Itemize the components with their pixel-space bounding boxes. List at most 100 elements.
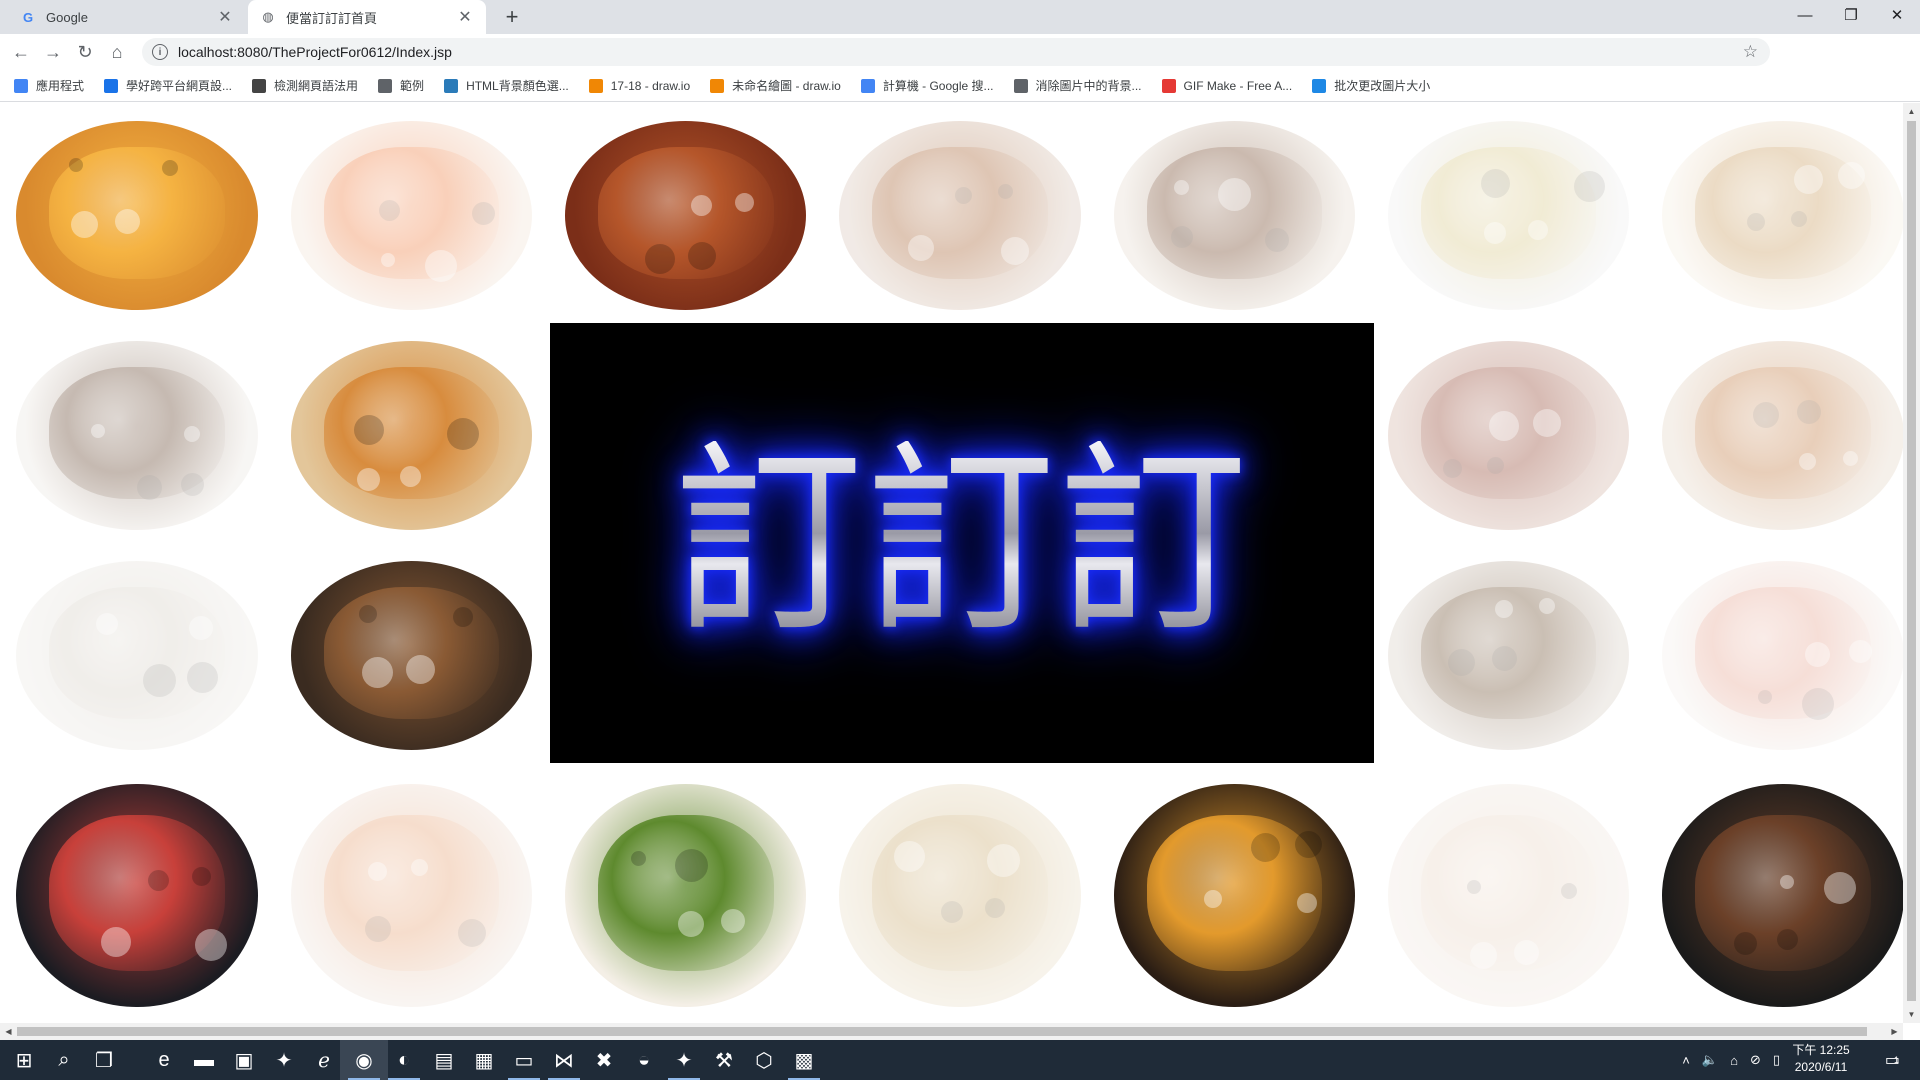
back-icon[interactable]: ←	[8, 39, 34, 65]
notification-icon[interactable]: ▭ 1	[1872, 1040, 1912, 1080]
garnish	[115, 208, 141, 234]
drawio-icon	[710, 78, 725, 93]
bookmark-item[interactable]: GIF Make - Free A...	[1161, 78, 1293, 93]
garnish	[1824, 872, 1857, 905]
task-view-icon[interactable]: ❐	[80, 1040, 128, 1080]
globe-icon: ◍	[262, 9, 274, 24]
google-g-icon: G	[22, 9, 34, 25]
bookmark-item[interactable]: 批次更改圖片大小	[1312, 77, 1430, 94]
close-window-button[interactable]: ✕	[1874, 0, 1920, 30]
star-icon[interactable]: ☆	[1743, 42, 1758, 62]
apps-grid-icon	[14, 78, 28, 93]
close-tab-icon[interactable]: ✕	[216, 7, 234, 27]
close-tab-icon[interactable]: ✕	[456, 7, 474, 27]
bookmark-item[interactable]: HTML背景顏色選...	[444, 77, 569, 94]
bookmark-item[interactable]: 應用程式	[14, 77, 84, 94]
input-icon[interactable]: ▯	[1773, 1052, 1780, 1068]
layers-icon	[1013, 78, 1028, 93]
bookmark-item[interactable]: 檢測網頁語法用	[252, 77, 358, 94]
garnish	[1486, 457, 1504, 475]
garnish	[405, 655, 435, 685]
minimize-button[interactable]: —	[1782, 0, 1828, 30]
volume-icon[interactable]: 🔈	[1702, 1052, 1718, 1068]
bookmark-label: 未命名繪圖 - draw.io	[732, 79, 841, 93]
chevron-up-icon[interactable]: ˄	[1682, 1053, 1690, 1068]
info-icon[interactable]: i	[152, 44, 168, 60]
scroll-down-icon[interactable]: ▼	[1903, 1006, 1920, 1023]
garnish	[68, 158, 83, 172]
url-text[interactable]: localhost:8080/TheProjectFor0612/Index.j…	[178, 44, 1743, 60]
food-image-eel-rice-bowl	[823, 103, 1097, 323]
garnish	[1483, 221, 1506, 244]
clock-date: 2020/6/11	[1794, 1060, 1848, 1074]
food-image-sushi-rolls	[1646, 543, 1903, 763]
bookmark-label: 檢測網頁語法用	[274, 79, 359, 93]
bookmark-label: HTML背景顏色選...	[466, 79, 569, 93]
page-viewport: 訂訂訂	[0, 103, 1903, 1023]
bookmark-item[interactable]: 消除圖片中的背景...	[1013, 77, 1142, 94]
food-image-beef-seaweed-bowl	[1646, 763, 1903, 1023]
reload-icon[interactable]: ↻	[72, 39, 98, 65]
tab-google[interactable]: G Google ✕	[8, 0, 246, 34]
vertical-scrollbar[interactable]: ▲ ▼	[1903, 103, 1920, 1023]
garnish	[1843, 450, 1859, 466]
garnish	[181, 472, 205, 496]
scroll-left-icon[interactable]: ◀	[0, 1023, 17, 1040]
scroll-thumb[interactable]	[1907, 121, 1916, 1001]
food	[49, 587, 225, 719]
garnish	[1793, 164, 1823, 194]
bookmark-item[interactable]: 計算機 - Google 搜...	[860, 77, 994, 94]
new-tab-button[interactable]: +	[498, 4, 526, 30]
food	[597, 147, 774, 279]
garnish	[186, 661, 218, 693]
garnish	[688, 241, 717, 270]
scroll-right-icon[interactable]: ▶	[1886, 1023, 1903, 1040]
food-image-roast-duck	[549, 103, 823, 323]
maximize-button[interactable]: ❐	[1828, 0, 1874, 30]
drawio-icon	[588, 78, 603, 93]
power-icon[interactable]: ⊘	[1750, 1052, 1761, 1068]
bookmark-item[interactable]: 17-18 - draw.io	[588, 78, 691, 93]
bookmark-item[interactable]: 學好跨平台網頁設...	[104, 77, 232, 94]
garnish	[161, 160, 178, 177]
garnish	[359, 604, 378, 623]
garnish	[471, 202, 495, 225]
food-image-ramen-bowl	[0, 103, 274, 323]
garnish	[381, 252, 396, 267]
garnish	[1514, 939, 1540, 965]
garnish	[1837, 162, 1865, 190]
food-image-braised-pork-bowl	[1097, 103, 1371, 323]
clock[interactable]: 下午 12:25 2020/6/11	[1786, 1042, 1856, 1076]
media-icon[interactable]: ▩	[780, 1040, 828, 1080]
food	[1695, 587, 1871, 719]
food-image-yakitori-skewers	[274, 543, 548, 763]
bookmark-label: 應用程式	[36, 79, 85, 93]
tab-homepage[interactable]: ◍ 便當訂訂訂首頁 ✕	[248, 0, 486, 34]
garnish	[1481, 169, 1511, 198]
garnish	[677, 911, 704, 938]
garnish	[1796, 400, 1821, 424]
horizontal-scrollbar[interactable]: ◀ ▶	[0, 1023, 1903, 1040]
garnish	[1791, 210, 1808, 227]
food-image-braised-tofu-eggs	[1097, 763, 1371, 1023]
address-bar[interactable]: i localhost:8080/TheProjectFor0612/Index…	[142, 38, 1770, 66]
food-image-poke-bowl	[0, 763, 274, 1023]
food-image-fried-cutlet	[1646, 103, 1903, 323]
tab-title: 便當訂訂訂首頁	[286, 10, 378, 26]
scroll-thumb[interactable]	[17, 1027, 1867, 1036]
garnish	[1848, 639, 1872, 663]
bookmark-label: GIF Make - Free A...	[1183, 78, 1293, 93]
garnish	[1733, 932, 1757, 955]
bookmark-label: 17-18 - draw.io	[610, 78, 691, 93]
bookmark-item[interactable]: 未命名繪圖 - draw.io	[710, 77, 841, 94]
scroll-up-icon[interactable]: ▲	[1903, 103, 1920, 120]
garnish	[452, 606, 473, 627]
garnish	[367, 861, 387, 881]
network-icon[interactable]: ⌂	[1730, 1053, 1738, 1068]
forward-icon[interactable]: →	[40, 39, 66, 65]
bookmark-item[interactable]: 範例	[378, 77, 424, 94]
food-image-scallion-pancake	[1371, 103, 1645, 323]
wolf-icon	[252, 78, 267, 93]
home-icon[interactable]: ⌂	[104, 39, 130, 65]
globe-icon	[444, 78, 459, 93]
